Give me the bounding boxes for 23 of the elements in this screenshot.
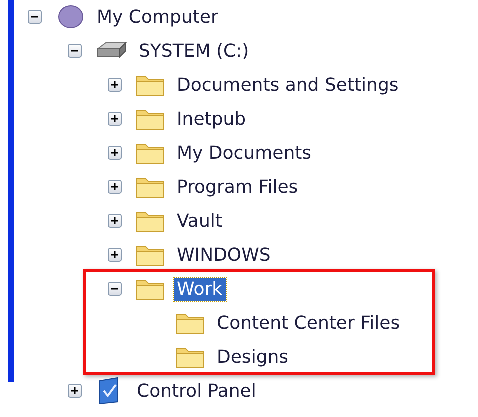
expand-icon[interactable] [108,146,122,160]
expand-icon[interactable] [108,112,122,126]
expand-icon[interactable] [108,180,122,194]
expand-icon[interactable] [108,248,122,262]
tree-item[interactable]: Vault [174,210,226,232]
tree-item[interactable]: My Documents [174,142,315,164]
tree-item[interactable]: Program Files [174,176,302,198]
tree-item[interactable]: Control Panel [134,380,260,402]
collapse-icon[interactable] [28,10,42,24]
tree-item[interactable]: Documents and Settings [174,74,402,96]
expand-icon[interactable] [108,214,122,228]
collapse-icon[interactable] [108,282,122,296]
tree-item[interactable]: My Computer [94,6,222,28]
tree-item[interactable]: Inetpub [174,108,250,130]
tree-item[interactable]: WINDOWS [174,244,274,266]
expand-icon[interactable] [68,384,82,398]
tree-item[interactable]: SYSTEM (C:) [136,40,252,62]
expand-icon[interactable] [108,78,122,92]
tree-item[interactable]: Designs [214,346,292,368]
tree-item[interactable]: Content Center Files [214,312,404,334]
drive-icon [96,41,128,61]
tree-item[interactable]: Work [174,278,226,300]
collapse-icon[interactable] [68,44,82,58]
